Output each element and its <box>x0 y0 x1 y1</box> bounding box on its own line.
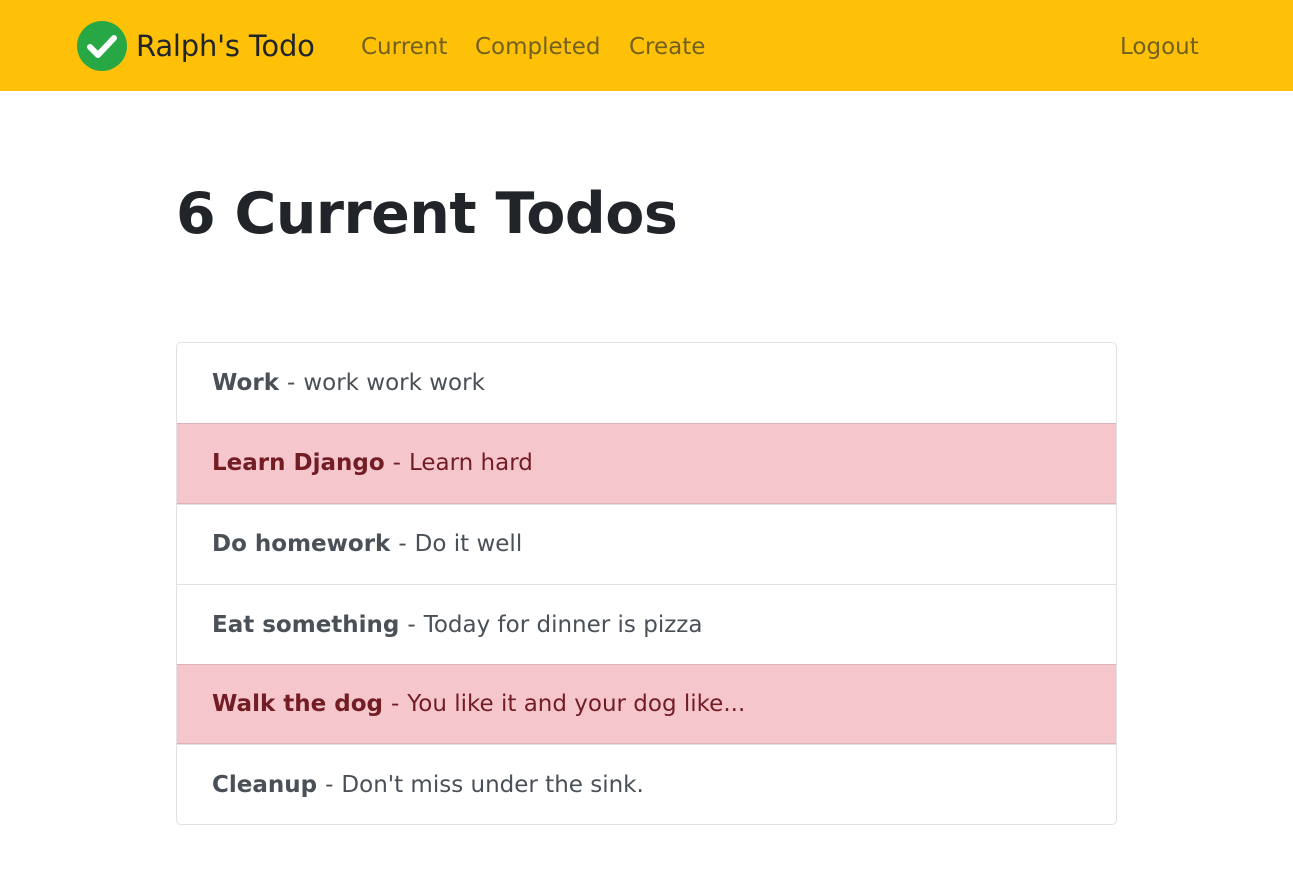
brand-link[interactable]: Ralph's Todo <box>77 20 315 71</box>
todo-separator: - <box>407 611 416 638</box>
todo-separator: - <box>287 370 296 397</box>
todo-memo: Learn hard <box>408 450 533 477</box>
todo-memo: Don't miss under the sink. <box>341 772 644 799</box>
nav-completed-link[interactable]: Completed <box>475 32 600 62</box>
todo-title: Eat something <box>212 611 400 638</box>
logout-link[interactable]: Logout <box>1120 32 1199 62</box>
todo-memo: You like it and your dog like... <box>407 691 746 718</box>
todo-item[interactable]: Cleanup - Don't miss under the sink. <box>177 744 1116 824</box>
todo-memo: Today for dinner is pizza <box>423 611 703 638</box>
todo-title: Walk the dog <box>212 691 383 718</box>
todo-separator: - <box>398 531 407 558</box>
todo-title: Learn Django <box>212 450 385 477</box>
todo-item[interactable]: Eat something - Today for dinner is pizza <box>177 583 1116 664</box>
todo-title: Cleanup <box>212 772 318 799</box>
check-circle-icon <box>77 20 127 71</box>
navbar: Ralph's Todo Current Completed Create Lo… <box>0 0 1293 91</box>
brand-name: Ralph's Todo <box>136 28 315 63</box>
todo-title: Do homework <box>212 531 391 558</box>
todo-memo: Do it well <box>414 531 523 558</box>
todo-separator: - <box>392 450 401 477</box>
nav-current-link[interactable]: Current <box>361 32 447 62</box>
todo-item[interactable]: Walk the dog - You like it and your dog li… <box>177 664 1116 745</box>
todo-memo: work work work <box>303 370 485 397</box>
todo-title: Work <box>212 370 279 397</box>
nav-create-link[interactable]: Create <box>629 32 705 62</box>
todo-separator: - <box>325 772 334 799</box>
todo-item[interactable]: Do homework - Do it well <box>177 503 1116 584</box>
todo-list: Work - work work work Learn Django - Learn h… <box>176 342 1117 825</box>
todo-item[interactable]: Learn Django - Learn hard <box>177 423 1116 504</box>
todo-item[interactable]: Work - work work work <box>177 343 1116 423</box>
todo-separator: - <box>390 691 400 718</box>
page-title: 6 Current Todos <box>176 181 678 247</box>
